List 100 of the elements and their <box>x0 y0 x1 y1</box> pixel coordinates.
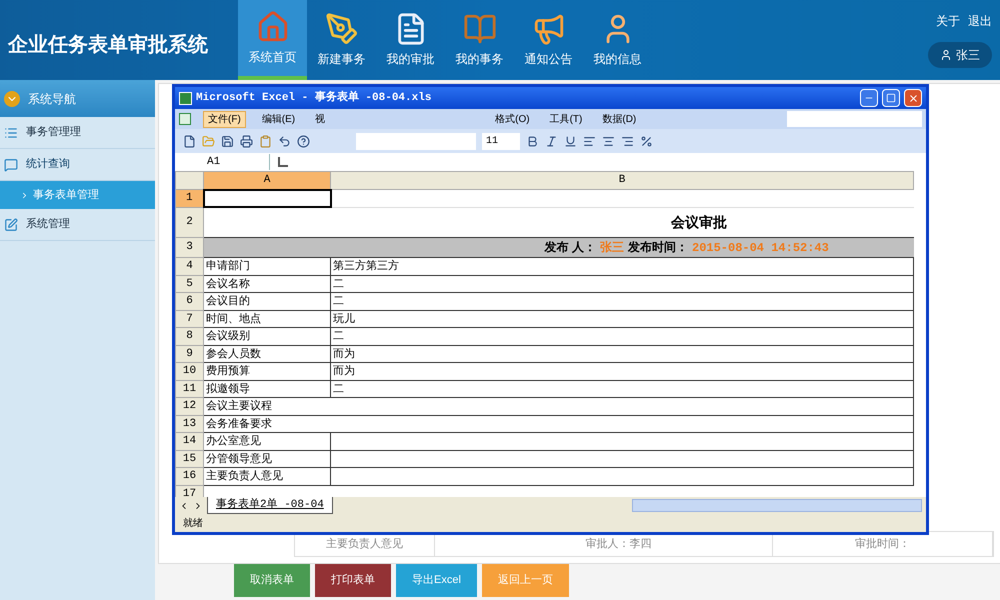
nav-tab[interactable]: 新建事务 <box>307 0 376 80</box>
table-cell: 会议级别 <box>206 330 250 342</box>
table-cell: 而为 <box>333 348 355 360</box>
meta-value: 2015-08-04 14:52:43 <box>692 240 829 254</box>
table-cell: 分管领导意见 <box>206 452 272 464</box>
table-cell: 二 <box>333 382 344 394</box>
table-cell: 办公室意见 <box>206 435 261 447</box>
list-icon <box>4 126 18 140</box>
bold-icon[interactable] <box>526 134 539 148</box>
row-header[interactable]: 6 <box>176 292 204 310</box>
table-cell: 会务准备要求 <box>206 418 272 430</box>
book-icon <box>462 12 496 46</box>
column-header[interactable]: A <box>204 172 330 190</box>
row-header[interactable]: 8 <box>176 328 204 345</box>
percent-icon[interactable] <box>640 134 653 148</box>
close-button[interactable] <box>904 89 922 107</box>
pen-icon <box>324 12 358 46</box>
font-field[interactable] <box>356 132 476 150</box>
workbook-icon <box>179 113 191 125</box>
nav-tab[interactable]: 我的信息 <box>583 0 652 80</box>
table-cell: 二 <box>333 278 344 290</box>
row-header[interactable]: 11 <box>176 380 204 398</box>
header-link[interactable]: 关于 <box>936 12 960 30</box>
status-text: 就绪 <box>183 516 203 530</box>
row-header[interactable]: 12 <box>176 398 204 415</box>
font-size-field[interactable]: 11 <box>482 132 520 150</box>
row-header[interactable]: 4 <box>176 258 204 275</box>
maximize-button[interactable] <box>882 89 900 107</box>
menu-item[interactable]: 数据(D) <box>598 112 640 126</box>
menu-item[interactable]: 编辑(E) <box>258 112 300 126</box>
help-field[interactable] <box>787 111 922 127</box>
nav-tab[interactable]: 通知公告 <box>514 0 583 80</box>
row-header[interactable]: 16 <box>176 468 204 485</box>
table-cell: 会议目的 <box>206 295 250 307</box>
row-header[interactable]: 17 <box>176 485 204 497</box>
align-left-icon[interactable] <box>583 134 596 148</box>
header-link[interactable]: 退出 <box>968 12 992 30</box>
table-cell: 费用预算 <box>206 365 250 377</box>
menu-item[interactable]: 格式(O) <box>491 112 534 126</box>
undo-icon[interactable] <box>278 134 291 148</box>
underline-icon[interactable] <box>564 134 577 148</box>
person-icon <box>940 49 952 61</box>
sheet-tab[interactable]: 事务表单2单 -08-04 <box>207 496 333 514</box>
help-icon[interactable] <box>297 134 310 148</box>
nav-tab[interactable]: 系统首页 <box>238 0 307 80</box>
table-cell: 会议名称 <box>206 278 250 290</box>
menu-item[interactable]: 视 <box>311 112 330 126</box>
row-header[interactable]: 1 <box>176 190 204 207</box>
menu-item[interactable]: 文件(F) <box>203 110 246 128</box>
table-cell: 二 <box>333 295 344 307</box>
maximize-icon <box>886 93 896 103</box>
chat-icon <box>4 158 18 172</box>
row-header[interactable]: 3 <box>176 237 204 258</box>
meta-label: 发布时间： <box>628 240 688 254</box>
row-header[interactable]: 15 <box>176 450 204 468</box>
column-header[interactable]: B <box>330 172 914 190</box>
name-box[interactable]: A1 <box>175 154 270 170</box>
row-header[interactable]: 9 <box>176 345 204 362</box>
table-cell: 参会人员数 <box>206 348 261 360</box>
table-cell: 申请部门 <box>206 260 250 272</box>
menu-item[interactable]: 工具(T) <box>546 112 586 126</box>
meta-label: 发布 人： <box>544 240 596 254</box>
sidebar-title: 系统导航 <box>28 90 76 108</box>
close-icon <box>908 92 918 104</box>
italic-icon[interactable] <box>545 134 558 148</box>
clipboard-icon[interactable] <box>259 134 272 148</box>
nav-tab[interactable]: 我的审批 <box>376 0 445 80</box>
table-cell: 二 <box>333 330 344 342</box>
new-file-icon[interactable] <box>183 134 196 148</box>
meta-value: 张三 <box>600 240 624 254</box>
sheet-title: 会议审批 <box>670 214 727 230</box>
spreadsheet-icon <box>179 92 192 104</box>
row-header[interactable]: 10 <box>176 362 204 380</box>
table-cell[interactable] <box>204 190 330 207</box>
align-right-icon[interactable] <box>621 134 634 148</box>
user-button[interactable]: 张三 <box>928 42 992 68</box>
horizontal-scrollbar[interactable] <box>632 499 922 512</box>
action-button[interactable]: 打印表单 <box>315 564 391 597</box>
app-title: 企业任务表单审批系统 <box>8 34 208 56</box>
edit-icon <box>4 218 18 232</box>
caret-icon <box>20 190 29 200</box>
window-title: Microsoft Excel - 事务表单 -08-04.xls <box>196 90 432 106</box>
table-cell: 第三方第三方 <box>333 260 399 272</box>
table-cell: 而为 <box>333 365 355 377</box>
table-cell: 拟邀领导 <box>206 382 250 394</box>
caret-icon <box>4 90 20 106</box>
table-cell: 时间、地点 <box>206 312 261 324</box>
table-cell: 玩儿 <box>333 312 355 324</box>
row-header[interactable]: 14 <box>176 432 204 450</box>
table-cell: 主要负责人意见 <box>206 470 283 482</box>
minimize-button[interactable] <box>860 89 878 107</box>
row-header[interactable]: 2 <box>176 207 204 237</box>
nav-tab[interactable]: 我的事务 <box>445 0 514 80</box>
printer-icon[interactable] <box>240 134 253 148</box>
row-header[interactable]: 13 <box>176 415 204 432</box>
table-cell: 会议主要议程 <box>206 400 272 412</box>
row-header[interactable]: 7 <box>176 310 204 328</box>
align-center-icon[interactable] <box>602 134 615 148</box>
row-header[interactable]: 5 <box>176 275 204 292</box>
save-icon[interactable] <box>221 134 234 148</box>
